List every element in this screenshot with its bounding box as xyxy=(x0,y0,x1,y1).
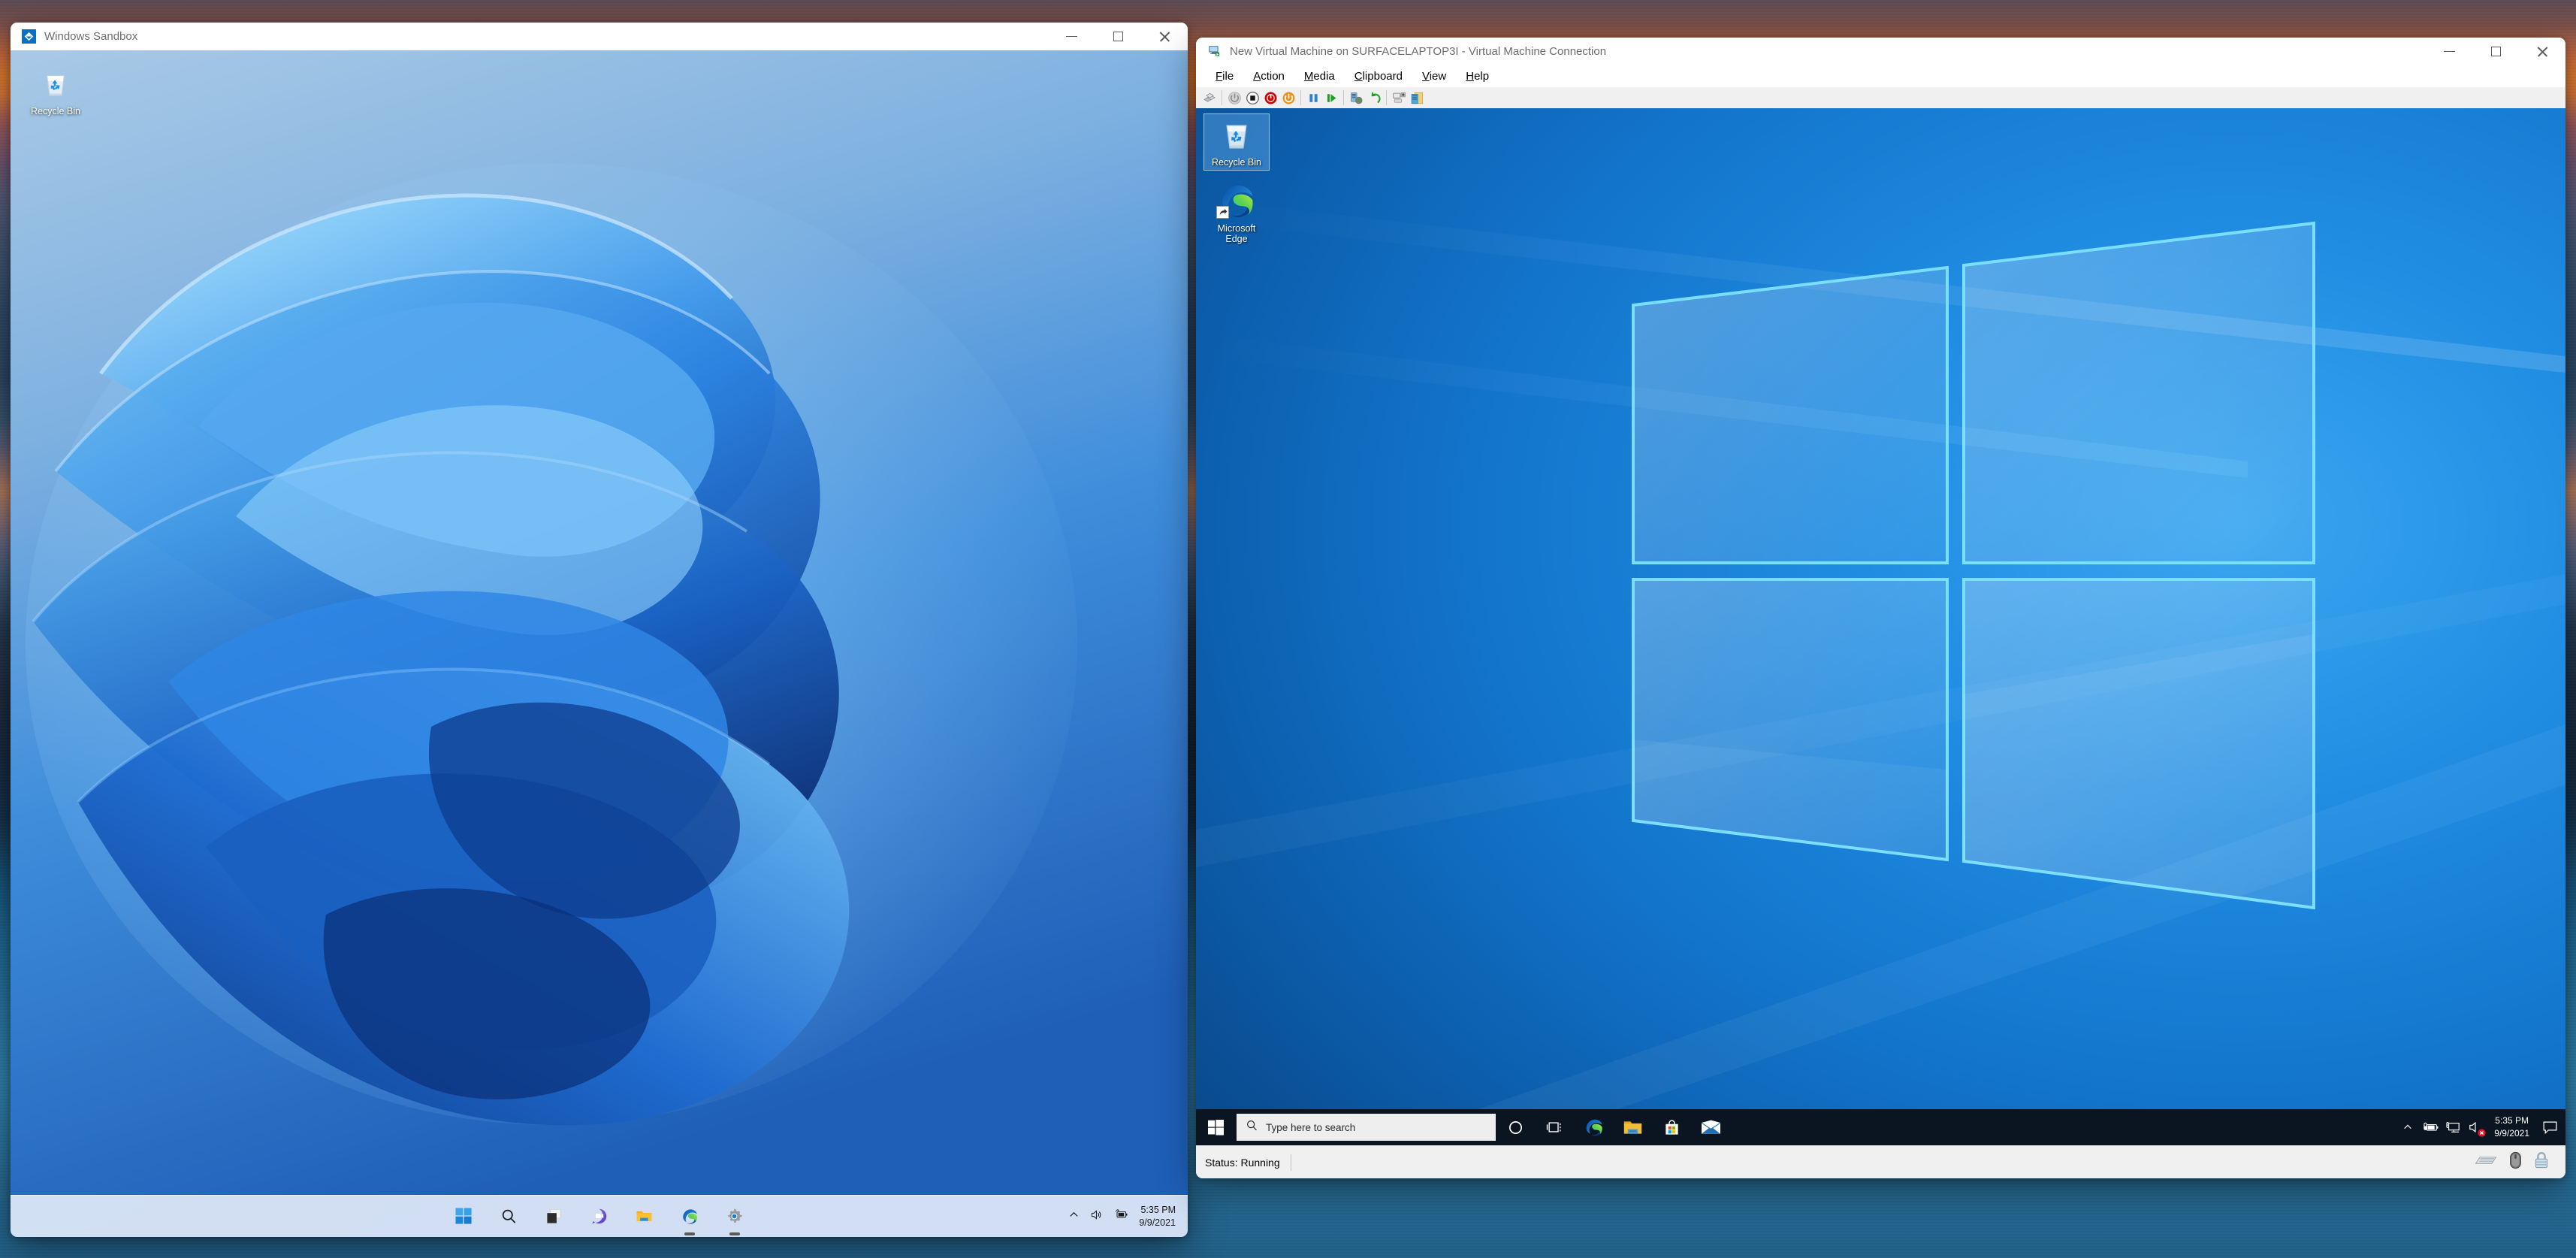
battery-charging-icon[interactable] xyxy=(1113,1208,1128,1224)
sandbox-desktop-icon-recycle-bin[interactable]: Recycle Bin xyxy=(24,67,87,116)
menu-item-help[interactable]: Help xyxy=(1456,68,1499,84)
vm-maximize-button[interactable] xyxy=(2472,38,2519,65)
reset-icon[interactable] xyxy=(1279,89,1297,107)
network-icon[interactable] xyxy=(2442,1109,2464,1145)
windows-10-hero-wallpaper xyxy=(1196,108,2565,1145)
vm-start-button[interactable] xyxy=(1196,1109,1235,1145)
virtual-machine-connection-icon xyxy=(1207,44,1222,59)
sandbox-taskbar-chat-button[interactable] xyxy=(584,1202,615,1232)
vm-menu-bar: File Action Media Clipboard View Help xyxy=(1196,65,2565,87)
vm-window-controls xyxy=(2426,38,2565,65)
show-hidden-icons-icon[interactable] xyxy=(2396,1109,2419,1145)
vm-taskbar-edge-button[interactable] xyxy=(1574,1109,1613,1145)
volume-icon[interactable] xyxy=(1090,1208,1103,1225)
sandbox-clock-date: 9/9/2021 xyxy=(1139,1217,1176,1228)
sandbox-taskbar[interactable]: 5:35 PM 9/9/2021 xyxy=(11,1195,1188,1237)
sandbox-taskbar-edge-running-indicator xyxy=(684,1232,695,1235)
toolbar-separator xyxy=(1300,90,1301,105)
recycle-bin-icon xyxy=(1204,117,1269,156)
toolbar-separator xyxy=(1386,90,1387,105)
vm-guest-taskbar[interactable]: Type here to search 5:35 PM 9/9/2021 xyxy=(1196,1109,2565,1145)
menu-item-clipboard[interactable]: Clipboard xyxy=(1345,68,1412,84)
sandbox-titlebar[interactable]: Windows Sandbox xyxy=(11,23,1188,50)
sandbox-desktop-icon-label: Recycle Bin xyxy=(31,106,80,116)
vm-titlebar[interactable]: New Virtual Machine on SURFACELAPTOP3I -… xyxy=(1196,38,2565,65)
pause-icon[interactable] xyxy=(1304,89,1322,107)
lock-icon[interactable] xyxy=(2534,1151,2549,1173)
sandbox-clock[interactable]: 5:35 PM 9/9/2021 xyxy=(1139,1204,1176,1229)
vm-status-indicators xyxy=(2475,1151,2565,1173)
menu-item-media[interactable]: Media xyxy=(1294,68,1345,84)
microsoft-edge-icon xyxy=(1216,182,1256,221)
vm-taskbar-microsoft-store-button[interactable] xyxy=(1652,1109,1691,1145)
sandbox-taskbar-settings-running-indicator xyxy=(729,1232,740,1235)
shared-drive-icon[interactable] xyxy=(1408,89,1426,107)
turn-off-icon[interactable] xyxy=(1243,89,1261,107)
windows-sandbox-icon xyxy=(22,29,36,44)
search-icon xyxy=(1246,1119,1258,1136)
sandbox-desktop[interactable]: Recycle Bin 5:35 PM 9/9/2021 xyxy=(11,50,1188,1237)
vm-title: New Virtual Machine on SURFACELAPTOP3I -… xyxy=(1230,45,1607,58)
sandbox-taskbar-start-button[interactable] xyxy=(449,1202,479,1232)
start-icon[interactable] xyxy=(1225,89,1243,107)
sandbox-taskbar-search-button[interactable] xyxy=(494,1202,524,1232)
show-hidden-icons-icon[interactable] xyxy=(1068,1209,1080,1224)
vm-desktop-icon-recycle-bin[interactable]: Recycle Bin xyxy=(1203,113,1270,171)
vm-desktop-icon-microsoft-edge[interactable]: Microsoft Edge xyxy=(1204,179,1269,247)
sandbox-taskbar-task-view-button[interactable] xyxy=(539,1202,569,1232)
ctrl-alt-delete-icon[interactable] xyxy=(1200,89,1219,107)
vm-taskbar-cortana-button[interactable] xyxy=(1496,1109,1535,1145)
sandbox-clock-time: 5:35 PM xyxy=(1140,1204,1176,1215)
sandbox-minimize-button[interactable] xyxy=(1048,23,1095,50)
notification-center-icon[interactable] xyxy=(2537,1109,2562,1145)
vm-clock-time: 5:35 PM xyxy=(2495,1115,2529,1126)
virtual-machine-connection-window[interactable]: New Virtual Machine on SURFACELAPTOP3I -… xyxy=(1196,38,2565,1178)
vm-status-bar: Status: Running xyxy=(1196,1145,2565,1178)
vm-clock[interactable]: 5:35 PM 9/9/2021 xyxy=(2487,1114,2537,1140)
windows-11-bloom-wallpaper xyxy=(11,50,1188,1237)
mouse-icon[interactable] xyxy=(2509,1151,2522,1173)
vm-system-tray: 5:35 PM 9/9/2021 xyxy=(2396,1109,2565,1145)
vm-desktop-icon-label: Recycle Bin xyxy=(1212,157,1261,168)
enhanced-session-icon[interactable] xyxy=(1390,89,1408,107)
sandbox-maximize-button[interactable] xyxy=(1095,23,1141,50)
menu-item-view[interactable]: View xyxy=(1412,68,1456,84)
sandbox-close-button[interactable] xyxy=(1141,23,1188,50)
resume-icon[interactable] xyxy=(1322,89,1340,107)
battery-charging-icon[interactable] xyxy=(2419,1109,2442,1145)
sandbox-taskbar-apps xyxy=(449,1202,750,1235)
vm-close-button[interactable] xyxy=(2519,38,2565,65)
vm-search-box[interactable]: Type here to search xyxy=(1237,1114,1496,1141)
menu-item-action[interactable]: Action xyxy=(1243,68,1294,84)
keyboard-icon[interactable] xyxy=(2475,1154,2497,1170)
windows-sandbox-window[interactable]: Windows Sandbox Recycle Bin 5:35 PM 9/9/… xyxy=(11,23,1188,1237)
vm-taskbar-mail-button[interactable] xyxy=(1691,1109,1730,1145)
shortcut-overlay-icon xyxy=(1216,206,1229,221)
volume-muted-icon[interactable] xyxy=(2464,1109,2487,1145)
vm-taskbar-task-view-button[interactable] xyxy=(1535,1109,1574,1145)
vm-toolbar xyxy=(1196,87,2565,108)
revert-icon[interactable] xyxy=(1365,89,1383,107)
sandbox-window-controls xyxy=(1048,23,1188,50)
checkpoint-icon[interactable] xyxy=(1347,89,1365,107)
vm-status-text: Status: Running xyxy=(1205,1156,1280,1169)
sandbox-taskbar-edge-button[interactable] xyxy=(675,1202,705,1235)
menu-item-file[interactable]: File xyxy=(1206,68,1243,84)
vm-search-placeholder: Type here to search xyxy=(1266,1121,1356,1133)
vm-guest-screen[interactable]: Recycle Bin Microsoft Edge Type here to … xyxy=(1196,108,2565,1145)
toolbar-separator xyxy=(1343,90,1344,105)
sandbox-system-tray: 5:35 PM 9/9/2021 xyxy=(1068,1204,1188,1229)
vm-taskbar-file-explorer-button[interactable] xyxy=(1613,1109,1652,1145)
sandbox-title: Windows Sandbox xyxy=(44,30,138,43)
vm-clock-date: 9/9/2021 xyxy=(2494,1128,2529,1139)
sandbox-taskbar-settings-button[interactable] xyxy=(720,1202,750,1235)
shut-down-icon[interactable] xyxy=(1261,89,1279,107)
vm-minimize-button[interactable] xyxy=(2426,38,2472,65)
vm-desktop-icon-label: Microsoft Edge xyxy=(1217,223,1256,245)
recycle-bin-icon xyxy=(24,67,87,104)
sandbox-taskbar-file-explorer-button[interactable] xyxy=(630,1202,660,1232)
